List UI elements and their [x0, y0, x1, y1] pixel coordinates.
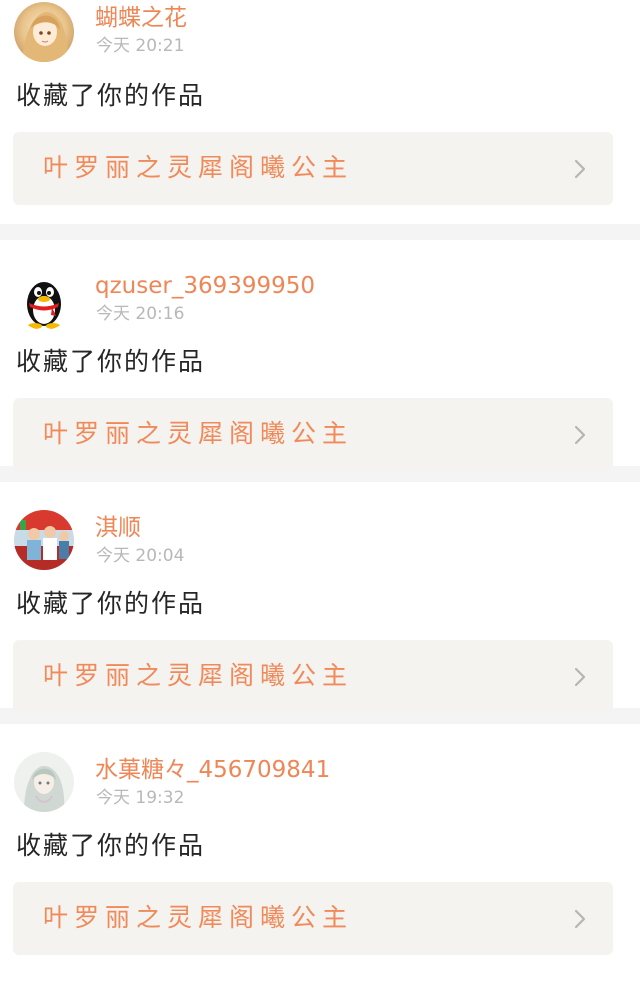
- action-text: 收藏了你的作品: [16, 589, 206, 618]
- chevron-right-icon: [573, 908, 587, 930]
- username[interactable]: qzuser_369399950: [95, 272, 315, 300]
- chevron-right-icon: [573, 424, 587, 446]
- work-title: 叶罗丽之灵犀阁曦公主: [43, 903, 354, 932]
- feed-item: qzuser_369399950 今天 20:16 收藏了你的作品 叶罗丽之灵犀…: [0, 240, 640, 482]
- work-title: 叶罗丽之灵犀阁曦公主: [43, 419, 354, 448]
- action-text: 收藏了你的作品: [16, 831, 206, 860]
- chevron-right-icon: [573, 158, 587, 180]
- work-title: 叶罗丽之灵犀阁曦公主: [43, 153, 354, 182]
- avatar[interactable]: [14, 270, 74, 330]
- work-link[interactable]: 叶罗丽之灵犀阁曦公主: [13, 398, 613, 471]
- feed-item: 蝴蝶之花 今天 20:21 收藏了你的作品 叶罗丽之灵犀阁曦公主: [0, 0, 640, 240]
- work-link[interactable]: 叶罗丽之灵犀阁曦公主: [13, 882, 613, 955]
- work-link[interactable]: 叶罗丽之灵犀阁曦公主: [13, 640, 613, 713]
- chevron-right-icon: [573, 666, 587, 688]
- timestamp: 今天 19:32: [96, 788, 185, 808]
- username[interactable]: 水菓糖々_456709841: [95, 756, 330, 784]
- action-text: 收藏了你的作品: [16, 81, 206, 110]
- avatar[interactable]: [14, 752, 74, 812]
- username[interactable]: 淇顺: [95, 514, 141, 542]
- work-link[interactable]: 叶罗丽之灵犀阁曦公主: [13, 132, 613, 205]
- feed-item: 水菓糖々_456709841 今天 19:32 收藏了你的作品 叶罗丽之灵犀阁曦…: [0, 724, 640, 955]
- timestamp: 今天 20:16: [96, 304, 185, 324]
- avatar[interactable]: [14, 510, 74, 570]
- timestamp: 今天 20:04: [96, 546, 185, 566]
- username[interactable]: 蝴蝶之花: [95, 4, 187, 32]
- work-title: 叶罗丽之灵犀阁曦公主: [43, 661, 354, 690]
- avatar[interactable]: [14, 2, 74, 62]
- timestamp: 今天 20:21: [96, 36, 185, 56]
- favorites-feed: 蝴蝶之花 今天 20:21 收藏了你的作品 叶罗丽之灵犀阁曦公主 qzuser_…: [0, 0, 640, 955]
- action-text: 收藏了你的作品: [16, 347, 206, 376]
- feed-item: 淇顺 今天 20:04 收藏了你的作品 叶罗丽之灵犀阁曦公主: [0, 482, 640, 724]
